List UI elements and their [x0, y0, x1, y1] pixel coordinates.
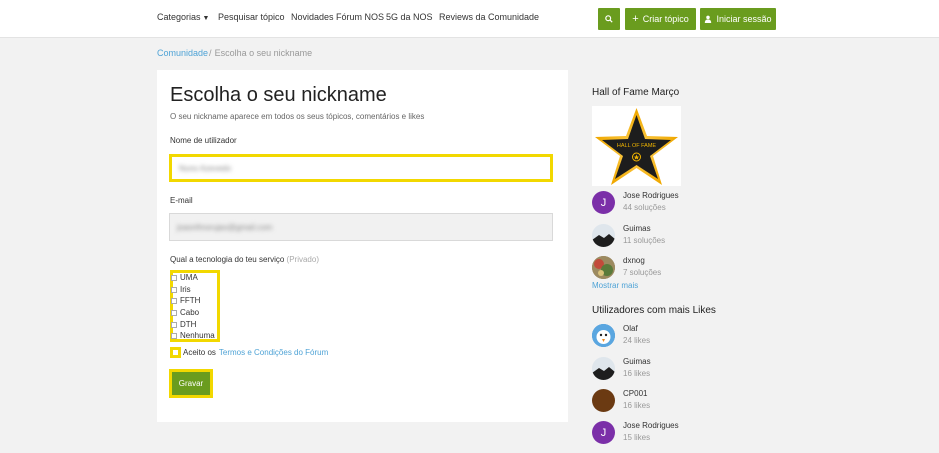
login-label: Iniciar sessão [716, 14, 772, 24]
member-likes: 16 likes [623, 401, 651, 410]
most-likes-title: Utilizadores com mais Likes [592, 305, 716, 316]
terms-checkbox[interactable] [170, 347, 181, 358]
save-button[interactable]: Gravar [172, 372, 210, 395]
nav-5g[interactable]: 5G da NOS [386, 12, 433, 22]
save-button-highlight: Gravar [169, 369, 213, 398]
login-button[interactable]: Iniciar sessão [700, 8, 776, 30]
member-name[interactable]: Guimas [623, 224, 651, 233]
plus-icon: + [632, 12, 639, 25]
hall-of-fame-badge-text: HALL OF FAME [617, 143, 657, 149]
technology-option[interactable]: DTH [171, 320, 196, 329]
hall-of-fame-title: Hall of Fame Março [592, 87, 680, 98]
page-title: Escolha o seu nickname [170, 84, 387, 106]
avatar [592, 324, 615, 347]
search-icon [605, 15, 613, 23]
search-button[interactable] [598, 8, 620, 30]
user-icon [705, 15, 712, 23]
checkbox[interactable] [171, 309, 177, 316]
member-solutions: 44 soluções [623, 203, 666, 212]
breadcrumb: Comunidade/Escolha o seu nickname [157, 48, 312, 58]
terms-row: Aceito os Termos e Condições do Fórum [170, 347, 328, 358]
email-label: E-mail [170, 196, 193, 205]
nav-search-topic[interactable]: Pesquisar tópico [218, 12, 285, 22]
avatar [592, 357, 615, 380]
avatar [592, 389, 615, 412]
technology-option-label: FFTH [180, 296, 201, 305]
technology-option[interactable]: Iris [171, 285, 191, 294]
avatar [592, 256, 615, 279]
member-name[interactable]: CP001 [623, 389, 647, 398]
technology-private-note: (Privado) [286, 255, 319, 264]
email-value: joaonfmorujao@gmail.com [177, 222, 273, 232]
technology-option[interactable]: Cabo [171, 308, 199, 317]
nav-categories[interactable]: Categorias ▼ [157, 12, 209, 22]
breadcrumb-current: Escolha o seu nickname [214, 48, 313, 58]
checkbox[interactable] [171, 274, 177, 281]
star-icon: HALL OF FAME [595, 108, 678, 185]
nav-categories-label: Categorias [157, 12, 201, 22]
technology-label: Qual a tecnologia do teu serviço (Privad… [170, 255, 319, 264]
technology-option[interactable]: Nenhuma [171, 331, 215, 340]
member-solutions: 7 soluções [623, 268, 662, 277]
member-name[interactable]: Jose Rodrigues [623, 191, 679, 200]
nav-reviews[interactable]: Reviews da Comunidade [439, 12, 539, 22]
nickname-form-card: Escolha o seu nickname O seu nickname ap… [157, 70, 568, 422]
checkbox[interactable] [171, 321, 177, 328]
member-name[interactable]: Guimas [623, 357, 651, 366]
terms-link[interactable]: Termos e Condições do Fórum [219, 348, 328, 357]
breadcrumb-home[interactable]: Comunidade [157, 48, 208, 58]
technology-option-label: DTH [180, 320, 197, 329]
username-input[interactable]: Nuno Azevedo [169, 154, 553, 182]
page-subtitle: O seu nickname aparece em todos os seus … [170, 112, 425, 121]
email-field: joaonfmorujao@gmail.com [169, 213, 553, 241]
technology-option-label: Cabo [180, 308, 200, 317]
technology-option-label: Nenhuma [180, 331, 215, 340]
avatar: J [592, 191, 615, 214]
avatar: J [592, 421, 615, 444]
checkbox[interactable] [171, 286, 177, 293]
checkbox[interactable] [171, 332, 177, 339]
terms-prefix: Aceito os [183, 348, 216, 357]
top-navigation: Categorias ▼ Pesquisar tópico Novidades F… [0, 0, 939, 38]
breadcrumb-separator: / [209, 48, 212, 58]
nav-news[interactable]: Novidades Fórum NOS [291, 12, 384, 22]
username-value: Nuno Azevedo [179, 163, 232, 173]
chevron-down-icon: ▼ [202, 15, 210, 22]
member-name[interactable]: dxnog [623, 256, 645, 265]
technology-option-label: UMA [180, 273, 198, 282]
create-topic-button[interactable]: + Criar tópico [625, 8, 696, 30]
technology-label-text: Qual a tecnologia do teu serviço [170, 255, 285, 264]
create-topic-label: Criar tópico [642, 14, 689, 24]
show-more-link[interactable]: Mostrar mais [592, 281, 638, 290]
technology-option-label: Iris [180, 285, 191, 294]
hall-of-fame-image: HALL OF FAME [592, 106, 681, 186]
avatar [592, 224, 615, 247]
member-likes: 16 likes [623, 369, 651, 378]
member-likes: 24 likes [623, 336, 651, 345]
username-label: Nome de utilizador [170, 136, 237, 145]
member-name[interactable]: Jose Rodrigues [623, 421, 679, 430]
checkbox[interactable] [171, 297, 177, 304]
member-likes: 15 likes [623, 433, 651, 442]
technology-option[interactable]: UMA [171, 273, 198, 282]
member-solutions: 11 soluções [623, 236, 666, 245]
member-name[interactable]: Olaf [623, 324, 638, 333]
technology-option[interactable]: FFTH [171, 296, 200, 305]
